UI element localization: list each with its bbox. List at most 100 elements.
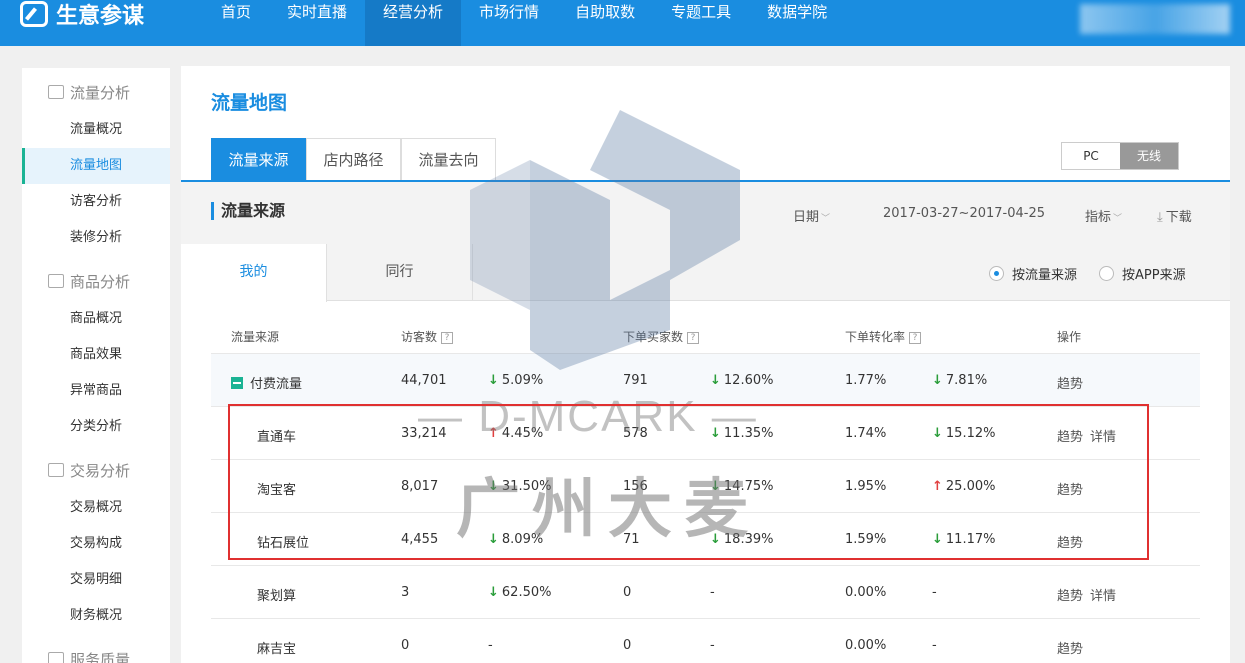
radio-label: 按APP来源 bbox=[1122, 268, 1186, 283]
radio-by-app-source[interactable]: 按APP来源 bbox=[1099, 264, 1186, 283]
rate-cell: 1.77% bbox=[845, 373, 887, 388]
arrow-up-icon: ↑ bbox=[932, 479, 943, 494]
compass-icon bbox=[20, 1, 48, 27]
arrow-down-icon: ↓ bbox=[488, 479, 499, 494]
sidebar-item-0-2[interactable]: 访客分析 bbox=[22, 184, 170, 220]
trend-link[interactable]: 趋势 bbox=[1057, 638, 1083, 657]
collapse-icon[interactable] bbox=[231, 377, 243, 389]
arrow-down-icon: ↓ bbox=[932, 373, 943, 388]
trend-link[interactable]: 趋势 bbox=[1057, 373, 1083, 392]
help-icon[interactable]: ? bbox=[441, 331, 454, 344]
sidebar-item-0-1[interactable]: 流量地图 bbox=[22, 148, 170, 184]
trend-link[interactable]: 趋势 bbox=[1057, 585, 1083, 604]
detail-link[interactable]: 详情 bbox=[1090, 585, 1116, 604]
change-value: 5.09% bbox=[501, 373, 544, 388]
change-value: - bbox=[710, 585, 715, 600]
sidebar-item-0-3[interactable]: 装修分析 bbox=[22, 220, 170, 256]
nav-item-1[interactable]: 实时直播 bbox=[269, 0, 365, 46]
tab-0[interactable]: 流量来源 bbox=[211, 138, 306, 181]
main-panel: 流量地图 流量来源 店内路径 流量去向 PC 无线 流量来源 日期 ﹀ 2017-03-… bbox=[181, 66, 1230, 663]
change-value: - bbox=[932, 638, 937, 653]
rate-cell: 1.74% bbox=[845, 426, 887, 441]
top-nav-bar: 生意参谋 首页 实时直播 经营分析 市场行情 自助取数 专题工具 数据学院 bbox=[0, 0, 1245, 46]
table-row: 钻石展位 4,455 ↓ 8.09% 71 ↓ 18.39% 1.59% ↓ 11.17% 趋势 bbox=[211, 512, 1200, 565]
nav-item-3[interactable]: 市场行情 bbox=[461, 0, 557, 46]
sidebar-item-1-0[interactable]: 商品概况 bbox=[22, 301, 170, 337]
visitors-cell: 33,214 bbox=[401, 426, 447, 441]
date-selector[interactable]: 日期 ﹀ bbox=[793, 206, 830, 225]
device-option-0[interactable]: PC bbox=[1062, 143, 1120, 169]
trend-link[interactable]: 趋势 bbox=[1057, 426, 1083, 445]
table-header: 流量来源 访客数? 下单买家数? 下单转化率? 操作 bbox=[211, 316, 1200, 354]
subtab-peers[interactable]: 同行 bbox=[327, 244, 473, 301]
visitors-cell: 4,455 bbox=[401, 532, 439, 547]
detail-link[interactable]: 详情 bbox=[1090, 426, 1116, 445]
device-toggle: PC 无线 bbox=[1061, 142, 1179, 170]
help-icon[interactable]: ? bbox=[909, 331, 922, 344]
sidebar-item-2-1[interactable]: 交易构成 bbox=[22, 526, 170, 562]
table-row: 付费流量 44,701 ↓ 5.09% 791 ↓ 12.60% 1.77% ↓ 7.81% 趋势 bbox=[211, 353, 1200, 406]
buyers-change-cell: - bbox=[710, 638, 715, 653]
bag-icon bbox=[48, 274, 64, 288]
sidebar-item-2-0[interactable]: 交易概况 bbox=[22, 490, 170, 526]
device-option-1[interactable]: 无线 bbox=[1120, 143, 1178, 169]
change-value: 15.12% bbox=[945, 426, 996, 441]
metric-selector[interactable]: 指标 ﹀ bbox=[1085, 206, 1122, 225]
table-row: 淘宝客 8,017 ↓ 31.50% 156 ↓ 14.75% 1.95% ↑ 25.00% 趋势 bbox=[211, 459, 1200, 512]
sidebar-item-1-2[interactable]: 异常商品 bbox=[22, 373, 170, 409]
source-cell: 聚划算 bbox=[257, 589, 297, 604]
page-title: 流量地图 bbox=[211, 92, 288, 114]
rate-change-cell: ↓ 11.17% bbox=[932, 532, 995, 547]
sidebar-item-1-3[interactable]: 分类分析 bbox=[22, 409, 170, 445]
nav-item-2[interactable]: 经营分析 bbox=[365, 0, 462, 46]
table-row: 直通车 33,214 ↑ 4.45% 578 ↓ 11.35% 1.74% ↓ 15.12% 趋势详… bbox=[211, 406, 1200, 459]
table-row: 麻吉宝 0 - 0 - 0.00% - 趋势 bbox=[211, 618, 1200, 663]
rate-change-cell: - bbox=[932, 585, 937, 600]
subtab-mine[interactable]: 我的 bbox=[181, 244, 327, 302]
trend-link[interactable]: 趋势 bbox=[1057, 532, 1083, 551]
col-header-visitors: 访客数? bbox=[401, 328, 454, 345]
change-value: 8.09% bbox=[501, 532, 544, 547]
app-logo[interactable]: 生意参谋 bbox=[20, 0, 144, 29]
rate-change-cell: - bbox=[932, 638, 937, 653]
sidebar-group-title: 交易分析 bbox=[70, 461, 131, 480]
visitors-change-cell: ↓ 5.09% bbox=[488, 373, 543, 388]
sidebar-group-3: 服务质量 bbox=[22, 641, 170, 663]
source-cell[interactable]: 付费流量 bbox=[231, 373, 302, 392]
sidebar-group-2: 交易分析 bbox=[22, 452, 170, 488]
nav-item-4[interactable]: 自助取数 bbox=[557, 0, 653, 46]
help-icon[interactable]: ? bbox=[687, 331, 700, 344]
sidebar-item-2-2[interactable]: 交易明细 bbox=[22, 562, 170, 598]
nav-item-5[interactable]: 专题工具 bbox=[653, 0, 749, 46]
rate-cell: 1.95% bbox=[845, 479, 887, 494]
sidebar-item-1-1[interactable]: 商品效果 bbox=[22, 337, 170, 373]
source-cell: 淘宝客 bbox=[257, 483, 297, 498]
visitors-change-cell: ↓ 31.50% bbox=[488, 479, 551, 494]
visitors-change-cell: ↓ 62.50% bbox=[488, 585, 551, 600]
arrow-down-icon: ↓ bbox=[488, 532, 499, 547]
chevron-down-icon: ﹀ bbox=[1113, 214, 1123, 224]
buyers-cell: 578 bbox=[623, 426, 648, 441]
visitors-cell: 0 bbox=[401, 638, 410, 653]
change-value: - bbox=[710, 638, 715, 653]
buyers-change-cell: ↓ 14.75% bbox=[710, 479, 773, 494]
tab-2[interactable]: 流量去向 bbox=[401, 138, 496, 181]
change-value: 25.00% bbox=[945, 479, 996, 494]
arrow-down-icon: ↓ bbox=[710, 373, 721, 388]
main-nav: 首页 实时直播 经营分析 市场行情 自助取数 专题工具 数据学院 bbox=[203, 0, 845, 46]
sidebar-group-title: 服务质量 bbox=[70, 650, 131, 663]
visitors-change-cell: - bbox=[488, 638, 493, 653]
tab-1[interactable]: 店内路径 bbox=[306, 138, 401, 181]
buyers-change-cell: ↓ 18.39% bbox=[710, 532, 773, 547]
trend-link[interactable]: 趋势 bbox=[1057, 479, 1083, 498]
sidebar-item-2-3[interactable]: 财务概况 bbox=[22, 598, 170, 634]
visitors-change-cell: ↑ 4.45% bbox=[488, 426, 543, 441]
buyers-change-cell: - bbox=[710, 585, 715, 600]
download-button[interactable]: ⤓ 下载 bbox=[1157, 206, 1192, 225]
nav-item-6[interactable]: 数据学院 bbox=[749, 0, 845, 46]
nav-item-0[interactable]: 首页 bbox=[203, 0, 269, 46]
radio-by-traffic-source[interactable]: 按流量来源 bbox=[989, 264, 1077, 283]
chevron-down-icon: ﹀ bbox=[821, 214, 831, 224]
sidebar-item-0-0[interactable]: 流量概况 bbox=[22, 112, 170, 148]
headset-icon bbox=[48, 652, 64, 663]
